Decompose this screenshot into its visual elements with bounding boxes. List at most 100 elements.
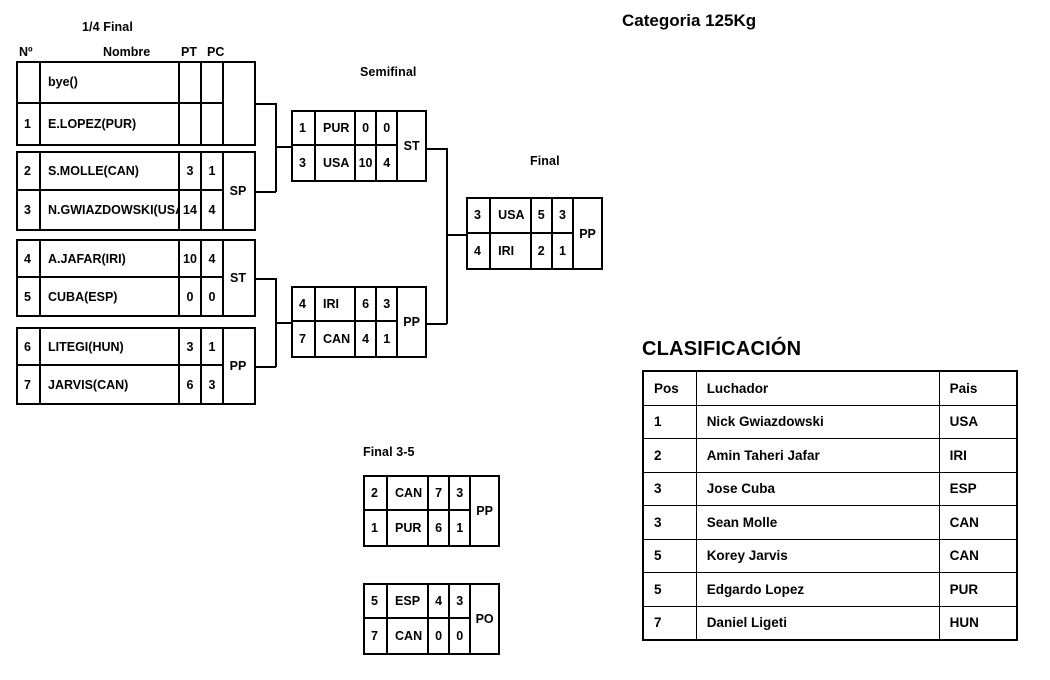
match-box-final35-2[interactable]: 5 7 ESP CAN 4 0 3 0 PO (363, 583, 500, 655)
match-cell-number: 5 (24, 289, 31, 304)
match-column-classification-points: 1 4 (202, 153, 224, 229)
match-cell-classification-points: 4 (383, 156, 391, 170)
final-heading: Final (530, 154, 560, 168)
bracket-connector-line (256, 278, 276, 280)
match-column-result: PO (471, 585, 498, 653)
match-cell-number: 3 (299, 156, 306, 170)
match-column-points: 3 14 (180, 153, 202, 229)
match-column-classification-points: 3 0 (450, 585, 472, 653)
match-column-points: 4 0 (429, 585, 451, 653)
match-column-points (180, 63, 202, 144)
match-result-label: PP (476, 504, 493, 518)
match-cell-points: 0 (356, 112, 376, 146)
match-box-quarterfinal-1[interactable]: 1 bye() E.LOPEZ(PUR) (16, 61, 256, 146)
table-row: 3 Sean Molle CAN (643, 505, 1018, 540)
clasificacion-title: CLASIFICACIÓN (642, 338, 802, 360)
match-box-final[interactable]: 3 4 USA IRI 5 2 3 1 PP (466, 197, 603, 270)
table-cell-luchador: Jose Cuba (695, 471, 940, 506)
table-cell-pos: 3 (643, 505, 697, 540)
match-cell-number: 3 (468, 199, 490, 234)
table-row: 2 Amin Taheri Jafar IRI (643, 438, 1018, 473)
match-cell-classification-points: 3 (208, 377, 216, 392)
match-cell-points: 4 (362, 332, 370, 346)
match-column-number: 2 3 (18, 153, 41, 229)
column-header-name: Nombre (103, 45, 151, 59)
match-column-number: 1 (18, 63, 41, 144)
match-cell-points: 3 (180, 329, 200, 366)
match-column-name: ESP CAN (388, 585, 430, 653)
bracket-connector-line (275, 146, 292, 148)
table-cell-luchador: Nick Gwiazdowski (695, 404, 940, 439)
match-result-label: PP (403, 315, 420, 329)
match-cell-number: 1 (371, 521, 378, 535)
match-cell-number: 6 (18, 329, 39, 366)
table-cell-pais: HUN (938, 605, 1018, 640)
match-cell-classification-points: 0 (377, 112, 397, 146)
match-column-result: PP (574, 199, 601, 268)
match-result-label: SP (229, 184, 247, 198)
bracket-connector-line (275, 322, 292, 324)
match-box-semifinal-1[interactable]: 1 3 PUR USA 0 10 0 4 ST (291, 110, 427, 182)
match-cell-number: 2 (365, 477, 387, 511)
match-cell-name: S.MOLLE(CAN) (41, 153, 178, 191)
table-cell-pais: PUR (938, 572, 1018, 607)
clasificacion-table-inner: Pos Luchador Pais 1 Nick Gwiazdowski USA… (643, 371, 1018, 640)
quarterfinal-heading: 1/4 Final (82, 20, 133, 34)
match-box-quarterfinal-4[interactable]: 6 7 LITEGI(HUN) JARVIS(CAN) 3 6 1 3 PP (16, 327, 256, 405)
match-cell-name: IRI (498, 243, 515, 258)
match-column-result (224, 63, 252, 144)
match-column-result: PP (224, 329, 252, 403)
match-cell-points: 6 (186, 377, 194, 392)
match-box-semifinal-2[interactable]: 4 7 IRI CAN 6 4 3 1 PP (291, 286, 427, 358)
match-column-name: CAN PUR (388, 477, 430, 545)
table-cell-luchador: Daniel Ligeti (695, 605, 940, 640)
table-cell-pais: CAN (938, 538, 1018, 573)
match-cell-name: LITEGI(HUN) (41, 329, 178, 366)
column-header-points: PT (181, 45, 197, 59)
match-result-label: PP (229, 359, 247, 373)
match-cell-classification-points: 3 (450, 477, 470, 511)
match-cell-name: USA (323, 156, 350, 170)
match-column-name: PUR USA (316, 112, 357, 180)
match-column-points: 3 6 (180, 329, 202, 403)
match-cell-classification-points: 4 (208, 203, 216, 217)
match-cell-name: PUR (316, 112, 355, 146)
match-column-number: 4 7 (293, 288, 317, 356)
match-cell-name: CAN (395, 629, 423, 643)
table-row: 5 Edgardo Lopez PUR (643, 572, 1018, 607)
table-row: 5 Korey Jarvis CAN (643, 538, 1018, 573)
bracket-connector-line (256, 366, 276, 368)
match-cell-name: CAN (388, 477, 428, 511)
table-cell-pais: ESP (938, 471, 1018, 506)
tournament-bracket-page: 1/4 Final Nº Nombre PT PC Semifinal Fina… (0, 0, 1050, 680)
match-cell-name: PUR (395, 521, 422, 535)
match-cell-number: 1 (24, 116, 31, 131)
match-box-final35-1[interactable]: 2 1 CAN PUR 7 6 3 1 PP (363, 475, 500, 547)
match-column-result: PP (471, 477, 498, 545)
table-cell-luchador: Sean Molle (695, 505, 940, 540)
match-column-number: 1 3 (293, 112, 317, 180)
match-column-classification-points: 3 1 (552, 199, 575, 268)
match-cell-number: 7 (299, 332, 306, 346)
match-cell-number: 4 (474, 243, 481, 258)
match-cell-classification-points: 1 (383, 332, 391, 346)
table-cell-pos: 3 (643, 471, 697, 506)
match-column-points: 10 0 (180, 241, 202, 315)
match-result-label: PP (579, 226, 596, 241)
table-cell-pais: CAN (938, 505, 1018, 540)
match-cell-classification-points: 1 (558, 243, 566, 258)
match-column-classification-points (202, 63, 224, 144)
match-box-quarterfinal-2[interactable]: 2 3 S.MOLLE(CAN) N.GWIAZDOWSKI(USA) 3 14… (16, 151, 256, 231)
bracket-connector-line (256, 191, 276, 193)
match-cell-classification-points: 0 (456, 629, 464, 643)
match-column-points: 5 2 (531, 199, 553, 268)
match-column-result: ST (398, 112, 425, 180)
table-header-row: Pos Luchador Pais (643, 371, 1018, 406)
match-column-number: 5 7 (365, 585, 389, 653)
match-cell-number: 3 (24, 203, 31, 217)
match-column-number: 3 4 (468, 199, 492, 268)
match-cell-number (18, 63, 39, 104)
table-cell-pais: USA (938, 404, 1018, 439)
match-box-quarterfinal-3[interactable]: 4 5 A.JAFAR(IRI) CUBA(ESP) 10 0 4 0 ST (16, 239, 256, 317)
match-column-result: ST (224, 241, 252, 315)
